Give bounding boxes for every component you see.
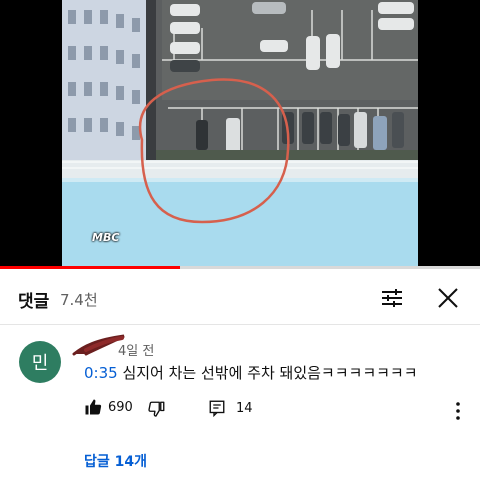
- video-progress-bar[interactable]: [0, 266, 480, 269]
- reply-icon: [209, 400, 225, 417]
- sort-button[interactable]: [378, 284, 406, 312]
- more-vert-icon[interactable]: [450, 400, 466, 422]
- video-progress-fill: [0, 266, 180, 269]
- comment-body: 심지어 차는 선밖에 주차 돼있음ㅋㅋㅋㅋㅋㅋㅋ: [117, 364, 418, 382]
- close-button[interactable]: [434, 284, 462, 312]
- video-player[interactable]: MBC: [0, 0, 480, 268]
- thumbs-up-icon: [85, 399, 102, 415]
- video-frame: MBC: [62, 0, 418, 268]
- comments-header: 댓글 7.4천: [0, 276, 480, 320]
- comments-count: 7.4천: [60, 291, 98, 309]
- header-divider: [0, 324, 480, 325]
- sliders-icon: [382, 289, 402, 307]
- reply-button[interactable]: 14: [208, 399, 253, 417]
- dislike-button[interactable]: [148, 400, 166, 418]
- comments-title: 댓글: [18, 292, 50, 312]
- comment-timestamp-link[interactable]: 0:35: [84, 364, 118, 382]
- reply-count: 14: [236, 400, 253, 416]
- like-count: 690: [108, 399, 133, 415]
- video-scene: [62, 0, 418, 268]
- avatar-letter: 민: [31, 353, 49, 374]
- avatar[interactable]: 민: [19, 341, 61, 383]
- view-replies-button[interactable]: 답글 14개: [84, 451, 147, 471]
- replies-label: 답글 14개: [84, 454, 147, 470]
- comment-text: 0:35 심지어 차는 선밖에 주차 돼있음ㅋㅋㅋㅋㅋㅋㅋ: [84, 362, 418, 383]
- like-button[interactable]: 690: [84, 398, 133, 416]
- comment-time: 4일 전: [118, 344, 155, 359]
- thumbs-down-icon: [148, 401, 165, 417]
- close-icon: [438, 288, 458, 308]
- video-watermark: MBC: [92, 231, 120, 244]
